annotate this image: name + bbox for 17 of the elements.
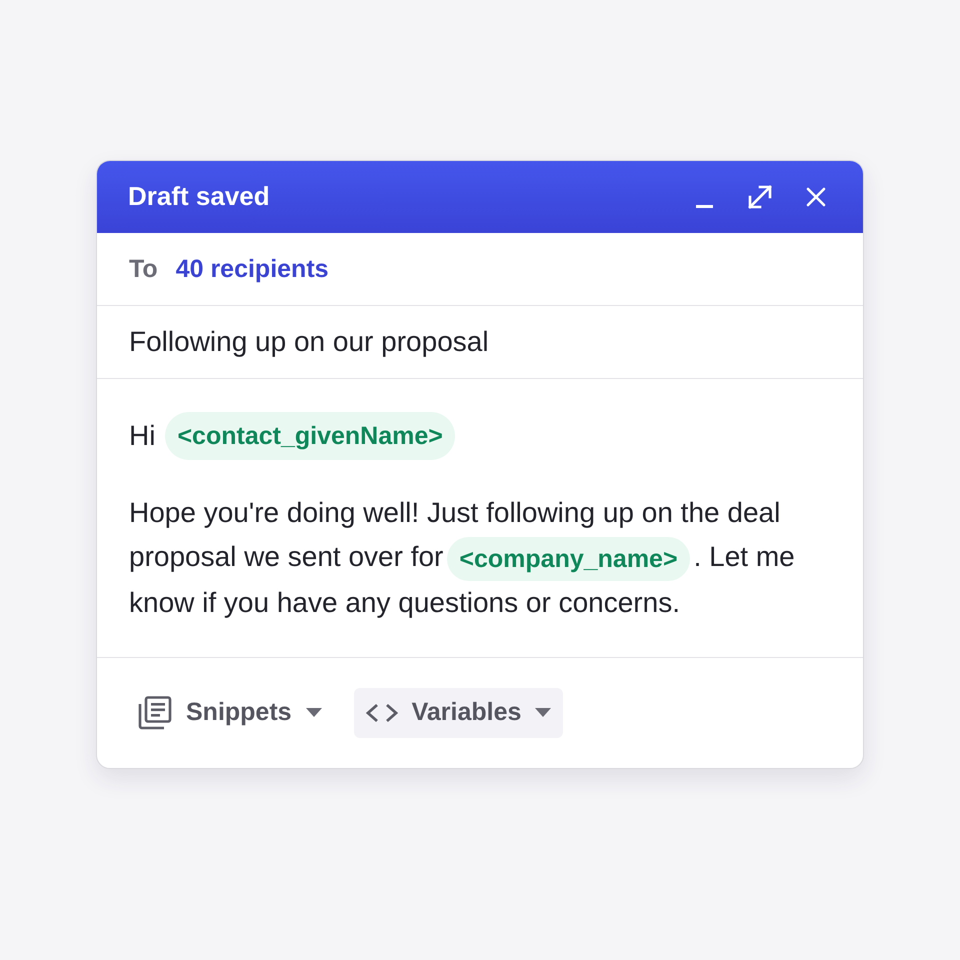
- variable-tag: <company_name>: [447, 536, 690, 581]
- caret-icon: [306, 708, 322, 718]
- window-title: Draft saved: [128, 181, 271, 212]
- recipients-link[interactable]: 40 recipients: [176, 254, 329, 284]
- body-text: Hope you're doing well! Just following up on the deal proposal we sent over for <company_name> . Let me know if you have any questions or concerns.: [129, 496, 796, 620]
- caret-icon: [535, 708, 552, 718]
- subject-field[interactable]: Following up on our proposal: [129, 326, 489, 358]
- close-icon: [806, 186, 826, 206]
- minimize-icon: [696, 205, 712, 208]
- code-icon: [366, 702, 398, 723]
- to-label: To: [129, 254, 158, 284]
- snippets-button[interactable]: Snippets: [126, 688, 334, 738]
- variable-tag: <contact_givenName>: [165, 412, 455, 460]
- expand-icon: [747, 184, 773, 210]
- documents-icon: [138, 696, 172, 730]
- greeting-text: Hi: [129, 420, 156, 452]
- variables-button[interactable]: Variables: [354, 688, 564, 738]
